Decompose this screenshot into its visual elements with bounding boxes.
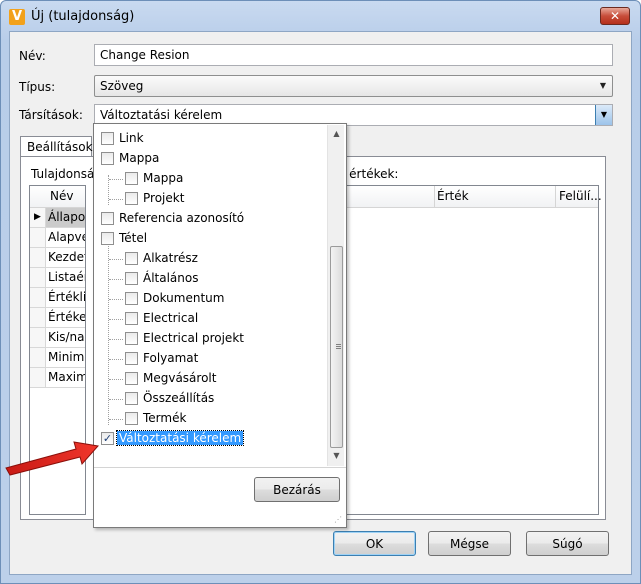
close-window-button[interactable]: ✕: [600, 7, 630, 25]
scroll-down-icon[interactable]: ▼: [328, 447, 345, 464]
name-input[interactable]: Change Resion: [94, 44, 613, 66]
row-label: Állapot: [48, 210, 85, 224]
associations-label: Társítások:: [19, 108, 83, 122]
row-label: Kezdeti: [48, 250, 85, 264]
tab-settings[interactable]: Beállítások: [20, 136, 93, 157]
scrollbar-thumb[interactable]: [330, 246, 343, 448]
app-v-icon: V: [9, 9, 25, 25]
properties-caption: Tulajdonsá: [31, 167, 95, 181]
name-label: Név:: [19, 49, 46, 63]
column-header-override[interactable]: Felülí...: [559, 189, 602, 203]
checkbox[interactable]: [101, 212, 114, 225]
checkbox[interactable]: [125, 332, 138, 345]
row-label: Listaért: [48, 270, 85, 284]
row-label: Alapvet: [48, 230, 85, 244]
column-header-value[interactable]: Érték: [437, 189, 469, 203]
row-label: Maxima: [48, 370, 85, 384]
row-pointer-icon: ▶: [34, 212, 41, 222]
close-popup-button[interactable]: Bezárás: [254, 477, 340, 502]
popup-divider: [94, 467, 346, 468]
table-row[interactable]: Értéklist: [30, 288, 85, 308]
help-button[interactable]: Súgó: [526, 531, 609, 556]
checkbox[interactable]: [101, 232, 114, 245]
checkbox[interactable]: [125, 372, 138, 385]
associations-value: Változtatási kérelem: [100, 108, 223, 122]
type-value: Szöveg: [100, 79, 144, 93]
table-row[interactable]: Maxima: [30, 368, 85, 388]
cancel-button[interactable]: Mégse: [428, 531, 511, 556]
row-label: Értéket: [48, 310, 85, 324]
checkbox[interactable]: [101, 132, 114, 145]
row-label: Minimá: [48, 350, 85, 364]
table-row[interactable]: Értéket: [30, 308, 85, 328]
tree-scrollbar[interactable]: ▲ ▼: [327, 125, 344, 466]
checkbox[interactable]: [125, 352, 138, 365]
annotation-arrow-icon: [5, 441, 99, 476]
checkbox[interactable]: [125, 172, 138, 185]
table-row[interactable]: Listaért: [30, 268, 85, 288]
values-grid-header: Érték Felülí...: [339, 186, 602, 208]
checkbox[interactable]: [101, 152, 114, 165]
row-label: Értéklist: [48, 290, 85, 304]
resize-grip-icon[interactable]: ⋰: [334, 515, 344, 525]
associations-dropdown: Link Mappa Mappa Projekt Referencia azon…: [93, 123, 347, 528]
checkbox[interactable]: [125, 252, 138, 265]
table-row[interactable]: Minimá: [30, 348, 85, 368]
table-row[interactable]: Alapvet: [30, 228, 85, 248]
values-caption: a értékek:: [338, 167, 399, 181]
window-title: Új (tulajdonság): [31, 9, 135, 24]
title-bar[interactable]: V Új (tulajdonság) ✕: [1, 1, 640, 31]
table-row[interactable]: Kis/nag: [30, 328, 85, 348]
checkbox[interactable]: [125, 412, 138, 425]
checkbox[interactable]: [125, 292, 138, 305]
checkbox[interactable]: [125, 192, 138, 205]
checkbox[interactable]: [125, 312, 138, 325]
ok-button[interactable]: OK: [333, 531, 416, 556]
values-grid: Érték Felülí...: [338, 185, 602, 515]
association-tree: Link Mappa Mappa Projekt Referencia azon…: [101, 131, 245, 446]
checkbox[interactable]: [125, 272, 138, 285]
chevron-down-icon[interactable]: ▼: [595, 105, 612, 125]
scroll-up-icon[interactable]: ▲: [328, 125, 345, 142]
type-label: Típus:: [19, 80, 56, 94]
table-row[interactable]: Kezdeti: [30, 248, 85, 268]
checkbox[interactable]: [125, 392, 138, 405]
chevron-down-icon[interactable]: ▼: [597, 80, 609, 92]
type-combobox[interactable]: Szöveg ▼: [94, 75, 613, 97]
grid-header-name: Név: [30, 186, 85, 208]
table-row[interactable]: ▶ Állapot: [30, 208, 85, 228]
row-label: Kis/nag: [48, 330, 85, 344]
